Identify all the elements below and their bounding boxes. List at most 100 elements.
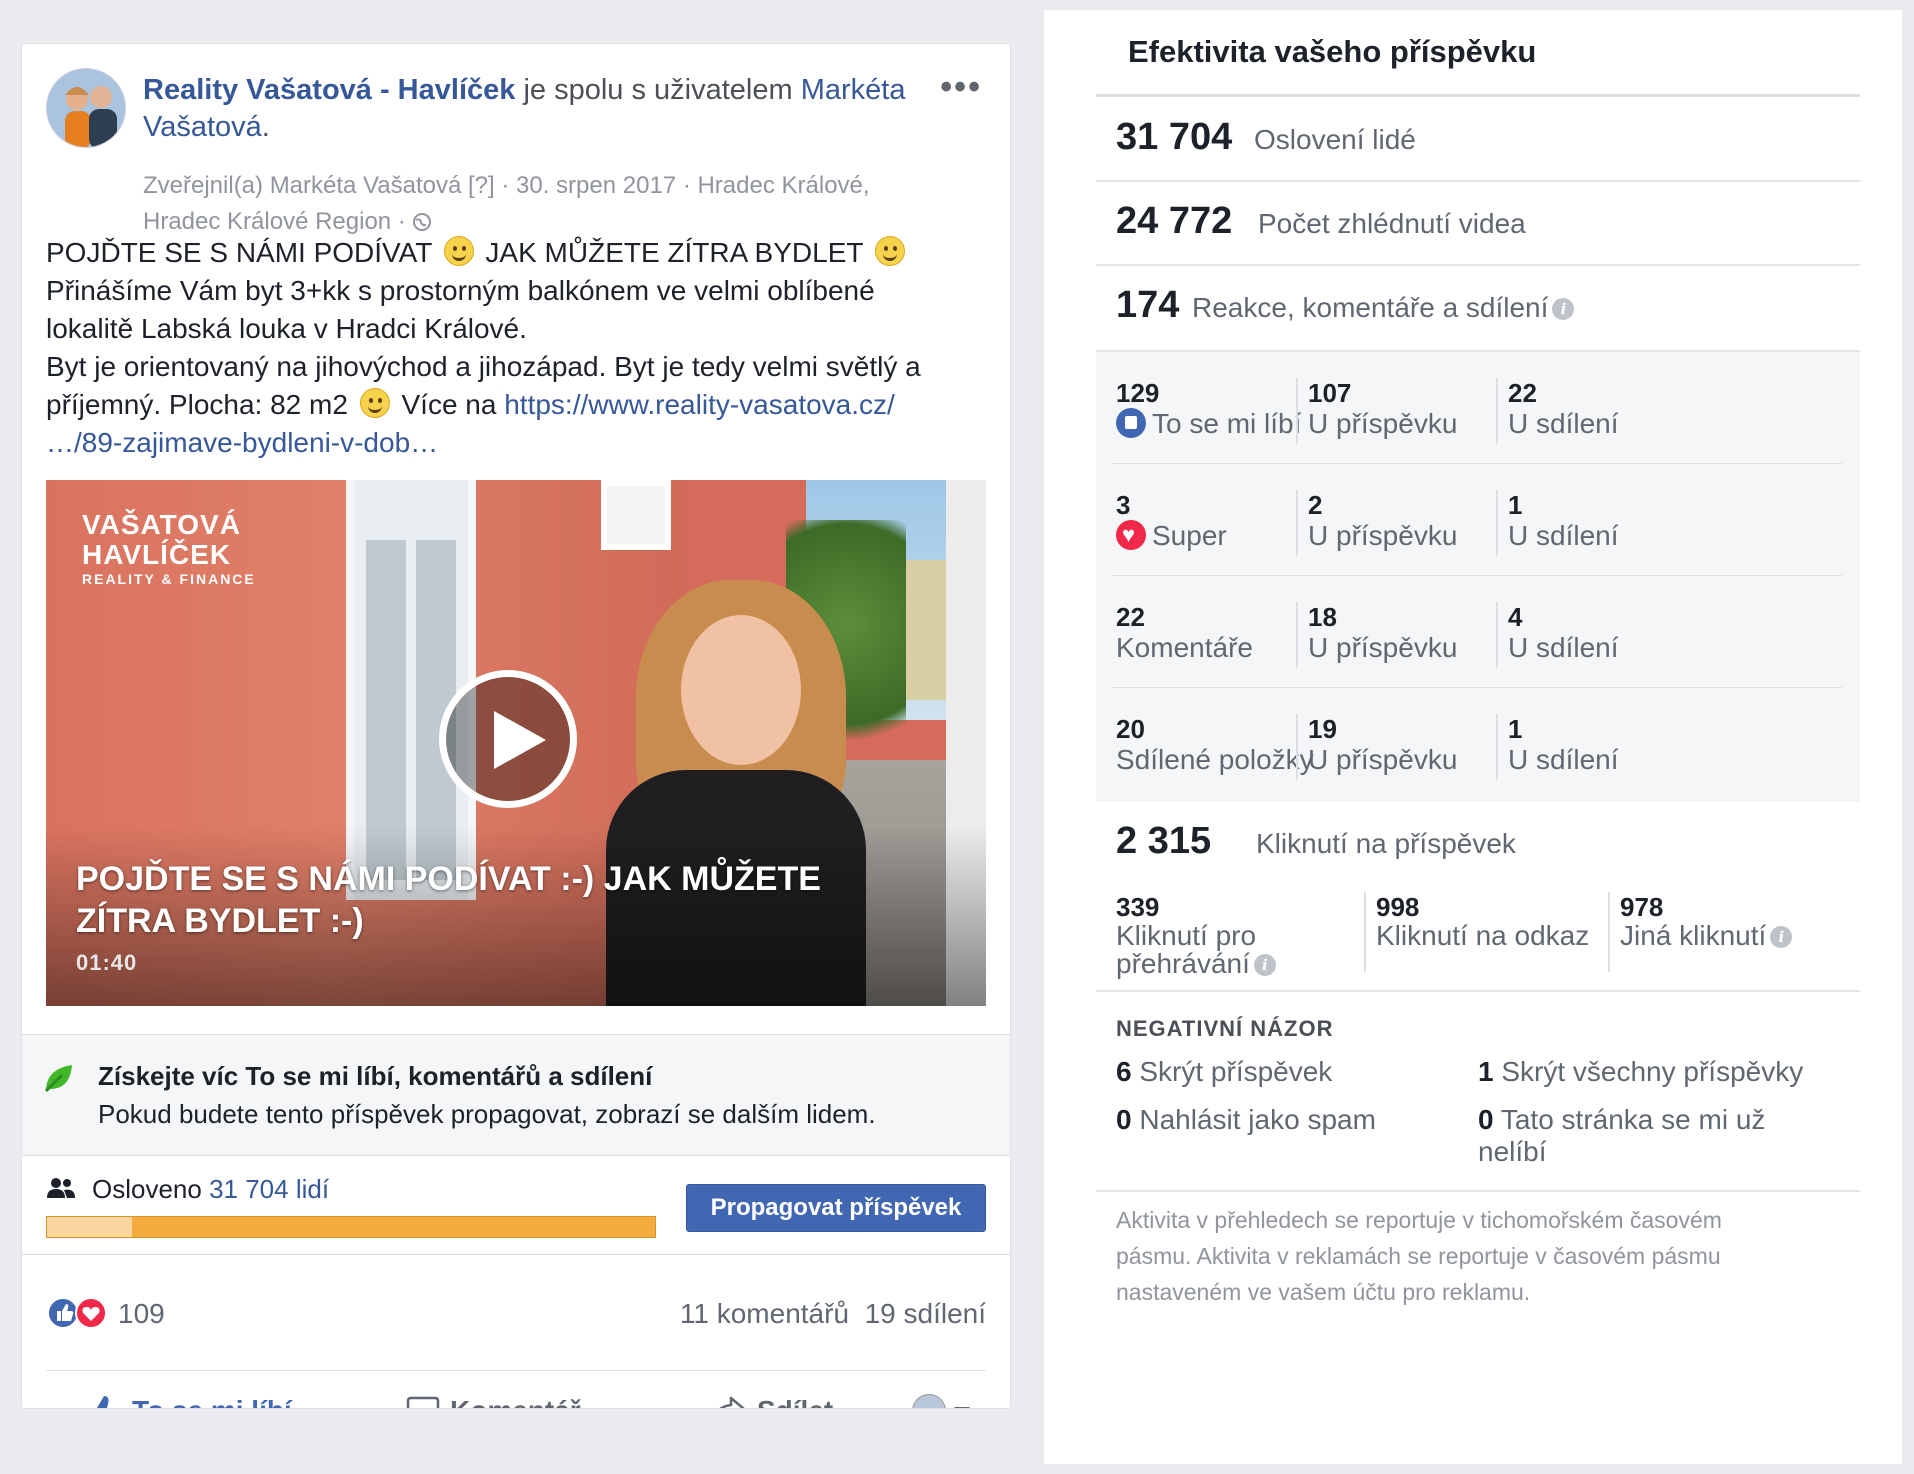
promo-box: Získejte víc To se mi líbí, komentářů a … [22, 1034, 1010, 1156]
body-line-4: Byt je orientovaný na jihovýchod a jihoz… [46, 351, 921, 382]
reach-number: 31 704 [1116, 116, 1233, 158]
reaction-row: 20 Sdílené položky 19 U příspěvku 1 U sdílení [1096, 688, 1860, 800]
video-title: POJĎTE SE S NÁMI PODÍVAT :-) JAK MŮŽETE … [76, 858, 896, 942]
reaction-type-label: To se mi líbí [1152, 408, 1302, 439]
reaction-type-label: Super [1152, 520, 1227, 551]
reach-progress-bar [46, 1216, 656, 1238]
other-clicks: 978 Jiná kliknutí i [1608, 892, 1793, 972]
mini-avatar [912, 1394, 946, 1408]
love-icon [1116, 520, 1146, 550]
clicks-number: 2 315 [1116, 820, 1212, 862]
share-button[interactable]: Sdílet [711, 1394, 833, 1408]
reaction-row: 22 Komentáře 18 U příspěvku 4 U sdílení [1096, 576, 1860, 688]
reaction-total-number: 129 [1116, 378, 1160, 408]
reaction-total: 22 Komentáře [1116, 602, 1253, 668]
post-card: Reality Vašatová - Havlíček je spolu s u… [21, 43, 1011, 1409]
on-shares-number: 4 [1508, 602, 1523, 632]
negative-feedback: NEGATIVNÍ NÁZOR 6 Skrýt příspěvek 1 Skrý… [1096, 992, 1860, 1192]
divider [1096, 94, 1860, 97]
spam-number: 0 [1116, 1104, 1132, 1135]
footnote-line-2: pásmu. Aktivita v reklamách se reportuje… [1116, 1243, 1721, 1269]
globe-icon[interactable] [412, 208, 432, 235]
play-icon[interactable] [439, 670, 577, 808]
on-shares-number: 1 [1508, 490, 1523, 520]
shares-count-link[interactable]: 19 sdílení [865, 1298, 986, 1329]
comment-button[interactable]: Komentář [406, 1394, 581, 1408]
views-number: 24 772 [1116, 200, 1233, 242]
on-shares-label: U sdílení [1508, 632, 1619, 663]
on-post-number: 2 [1308, 490, 1323, 520]
smile-emoji-icon [443, 236, 474, 266]
hide-all-stat: 1 Skrýt všechny příspěvky [1478, 1056, 1803, 1088]
post-link[interactable]: https://www.reality-vasatova.cz/ [504, 389, 895, 420]
reaction-total: 129 To se mi líbí [1116, 378, 1301, 444]
reach-label: Osloveno [92, 1174, 210, 1204]
unlike-label-1: Tato stránka se mi už [1493, 1104, 1766, 1135]
reaction-on-post: 18 U příspěvku [1296, 602, 1457, 668]
reaction-total: 3 Super [1116, 490, 1227, 556]
engagement-label: Reakce, komentáře a sdílení i [1192, 292, 1575, 324]
on-post-label: U příspěvku [1308, 520, 1458, 551]
footnote-line-1: Aktivita v přehledech se reportuje v tic… [1116, 1207, 1722, 1233]
body-line-3: lokalitě Labská louka v Hradci Králové. [46, 313, 527, 344]
link-clicks-number: 998 [1376, 892, 1420, 922]
reaction-on-shares: 1U sdílení [1496, 714, 1619, 780]
reaction-on-shares: 1U sdílení [1496, 490, 1619, 556]
comment-label: Komentář [450, 1395, 581, 1408]
body-line-5b: Více na [393, 389, 505, 420]
video-title-line-1: POJĎTE SE S NÁMI PODÍVAT :-) JAK MŮŽETE [76, 860, 821, 898]
page-name-link[interactable]: Reality Vašatová - Havlíček [143, 74, 515, 106]
title-period: . [261, 111, 270, 143]
hide-all-number: 1 [1478, 1056, 1494, 1087]
video-title-line-2: ZÍTRA BYDLET :-) [76, 902, 364, 940]
engagement-summary: 174 Reakce, komentáře a sdílení i [1096, 266, 1860, 352]
like-button[interactable]: To se mi líbí [86, 1394, 292, 1408]
page-avatar[interactable] [46, 68, 126, 148]
comments-shares: 11 komentářů 19 sdílení [680, 1298, 986, 1330]
reactions-count[interactable]: 109 [118, 1298, 165, 1330]
reaction-total-number: 22 [1116, 602, 1145, 632]
post-as-selector[interactable] [912, 1394, 970, 1408]
body-line-2: Přinášíme Vám byt 3+kk s prostorným balk… [46, 275, 875, 306]
hide-all-label: Skrýt všechny příspěvky [1493, 1056, 1804, 1087]
reaction-total-number: 3 [1116, 490, 1131, 520]
comments-count-link[interactable]: 11 komentářů [680, 1298, 849, 1329]
brand-line-3: REALITY & FINANCE [82, 571, 256, 587]
post-link-continued[interactable]: …/89-zajimave-bydleni-v-dob… [46, 427, 438, 458]
reaction-row: 129 To se mi líbí 107 U příspěvku 22 U sdílen… [1096, 352, 1860, 464]
reaction-type-label: Sdílené položky [1116, 744, 1314, 775]
smile-emoji-icon [359, 388, 390, 418]
brand-line-2: HAVLÍČEK [82, 539, 232, 570]
on-shares-label: U sdílení [1508, 744, 1619, 775]
promo-title: Získejte víc To se mi líbí, komentářů a … [98, 1061, 653, 1091]
clicks-breakdown: 2 315 Kliknutí na příspěvek 339 Kliknutí… [1096, 802, 1860, 992]
with-text: je spolu s uživatelem [515, 74, 801, 106]
divider [46, 1370, 986, 1371]
on-shares-label: U sdílení [1508, 408, 1619, 439]
hide-post-number: 6 [1116, 1056, 1132, 1087]
hide-post-label: Skrýt příspěvek [1131, 1056, 1333, 1087]
play-clicks-label-1: Kliknutí pro [1116, 920, 1257, 951]
negative-title: NEGATIVNÍ NÁZOR [1116, 1016, 1334, 1041]
info-icon[interactable]: i [1770, 926, 1793, 948]
more-dots-icon[interactable]: ••• [940, 68, 982, 107]
reaction-icons[interactable] [46, 1296, 110, 1330]
engagement-number: 174 [1116, 284, 1180, 326]
smile-emoji-icon [874, 236, 905, 266]
reach-row: Osloveno 31 704 lidí Propagovat příspěve… [46, 1174, 986, 1244]
promote-post-button[interactable]: Propagovat příspěvek [686, 1184, 986, 1232]
info-icon[interactable]: i [1552, 298, 1575, 320]
post-header: Reality Vašatová - Havlíček je spolu s u… [46, 68, 986, 235]
divider [22, 1254, 1010, 1255]
info-icon[interactable]: i [1253, 954, 1276, 976]
link-clicks-label: Kliknutí na odkaz [1376, 920, 1590, 951]
on-shares-number: 1 [1508, 714, 1523, 744]
engagement-label-text: Reakce, komentáře a sdílení [1192, 292, 1549, 323]
hide-post-stat: 6 Skrýt příspěvek [1116, 1056, 1332, 1088]
unlike-stat: 0 Tato stránka se mi už nelíbí [1478, 1104, 1765, 1168]
views-summary: 24 772 Počet zhlédnutí videa [1096, 182, 1860, 266]
on-shares-number: 22 [1508, 378, 1537, 408]
video-player[interactable]: VAŠATOVÁ HAVLÍČEK REALITY & FINANCE POJĎ… [46, 480, 986, 1006]
reach-value-link[interactable]: 31 704 lidí [209, 1174, 329, 1204]
reach-text: Osloveno 31 704 lidí [92, 1174, 329, 1205]
